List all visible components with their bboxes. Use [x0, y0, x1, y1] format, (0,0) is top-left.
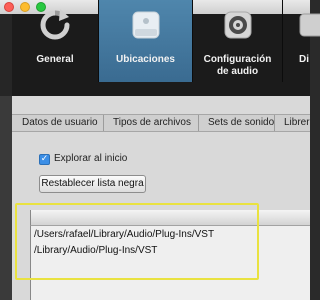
toolbar-next-item[interactable]: Di [283, 0, 320, 82]
scan-on-start-checkbox[interactable]: ✓ [39, 154, 50, 165]
tab-libreria[interactable]: Librería [275, 115, 310, 131]
tab-sets-de-sonido[interactable]: Sets de sonido [199, 115, 275, 131]
drive-icon [132, 11, 159, 39]
device-icon [299, 13, 320, 37]
toolbar-audio-config-label: Configuración de audio [203, 54, 272, 77]
toolbar-next-item-label: Di [299, 54, 309, 65]
reset-blacklist-button[interactable]: Restablecer lista negra [39, 175, 146, 193]
annotation-highlight-box [15, 203, 259, 280]
tab-tipos-de-archivos[interactable]: Tipos de archivos [104, 115, 199, 131]
tab-datos-de-usuario[interactable]: Datos de usuario [12, 115, 104, 131]
left-gutter [0, 96, 12, 300]
toolbar-ubicaciones-label: Ubicaciones [116, 54, 175, 65]
window-edge [0, 14, 12, 96]
scan-on-start-label: Explorar al inicio [54, 153, 128, 164]
refresh-icon [40, 9, 70, 40]
toolbar-general[interactable]: General [12, 0, 98, 82]
locations-tabbar: Datos de usuario Tipos de archivos Sets … [12, 114, 310, 132]
toolbar-audio-config[interactable]: Configuración de audio [193, 0, 282, 82]
toolbar-ubicaciones[interactable]: Ubicaciones [99, 0, 192, 82]
toolbar-general-label: General [36, 54, 74, 65]
speaker-icon [224, 11, 251, 39]
